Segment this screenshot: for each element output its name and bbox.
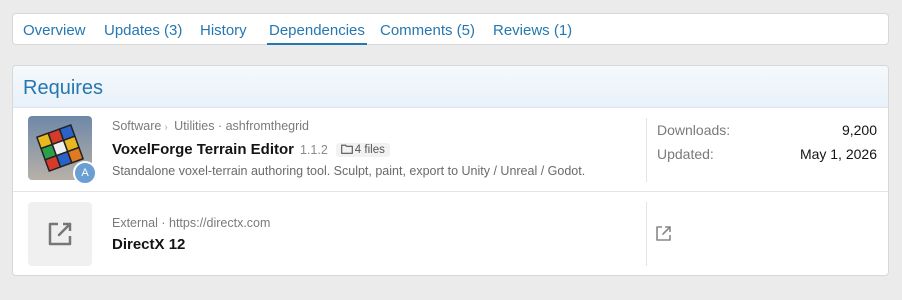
title-line: VoxelForge Terrain Editor 1.1.2 4 files bbox=[112, 141, 390, 159]
tab-reviews[interactable]: Reviews (1) bbox=[493, 14, 572, 45]
folder-icon bbox=[340, 144, 353, 154]
block-header: Requires bbox=[13, 66, 888, 108]
tab-history[interactable]: History bbox=[200, 14, 247, 45]
dependency-row: External · https://directx.com DirectX 1… bbox=[13, 192, 888, 275]
external-title[interactable]: DirectX 12 bbox=[112, 236, 185, 253]
external-thumbnail[interactable] bbox=[28, 202, 92, 266]
author-name[interactable]: ashfromthegrid bbox=[226, 119, 309, 133]
crumb-subcategory[interactable]: Utilities bbox=[174, 119, 214, 133]
updated-label: Updated: bbox=[657, 146, 714, 162]
source-label: External bbox=[112, 216, 158, 230]
updated-value: May 1, 2026 bbox=[799, 146, 877, 162]
external-link-icon bbox=[48, 222, 72, 246]
crumb-category[interactable]: Software bbox=[112, 119, 161, 133]
requires-block: Requires A Software › Utilities · ashfro… bbox=[12, 65, 889, 276]
column-divider bbox=[646, 118, 647, 182]
files-badge[interactable]: 4 files bbox=[335, 143, 390, 157]
external-url[interactable]: https://directx.com bbox=[169, 216, 270, 230]
separator-dot: · bbox=[161, 216, 166, 230]
external-source: External · https://directx.com bbox=[112, 216, 270, 230]
chevron-right-icon: › bbox=[164, 122, 168, 133]
tab-overview[interactable]: Overview bbox=[23, 14, 86, 45]
external-link-icon bbox=[656, 226, 671, 241]
resource-title[interactable]: VoxelForge Terrain Editor bbox=[112, 141, 294, 158]
tab-bar: Overview Updates (3) History Dependencie… bbox=[12, 13, 889, 45]
downloads-label: Downloads: bbox=[657, 122, 731, 138]
column-divider bbox=[646, 202, 647, 266]
external-link-button[interactable] bbox=[655, 225, 672, 247]
breadcrumb: Software › Utilities · ashfromthegrid bbox=[112, 119, 309, 133]
author-avatar[interactable]: A bbox=[73, 161, 97, 185]
downloads-value: 9,200 bbox=[841, 122, 877, 138]
resource-description: Standalone voxel-terrain authoring tool.… bbox=[112, 164, 586, 178]
section-title: Requires bbox=[23, 77, 104, 99]
tab-dependencies[interactable]: Dependencies bbox=[267, 14, 367, 45]
files-count: 4 files bbox=[354, 144, 385, 156]
dependency-row: A Software › Utilities · ashfromthegrid V… bbox=[13, 108, 888, 192]
tab-updates[interactable]: Updates (3) bbox=[104, 14, 182, 45]
separator-dot: · bbox=[217, 119, 223, 133]
version-label: 1.1.2 bbox=[299, 143, 328, 157]
tab-comments[interactable]: Comments (5) bbox=[380, 14, 475, 45]
